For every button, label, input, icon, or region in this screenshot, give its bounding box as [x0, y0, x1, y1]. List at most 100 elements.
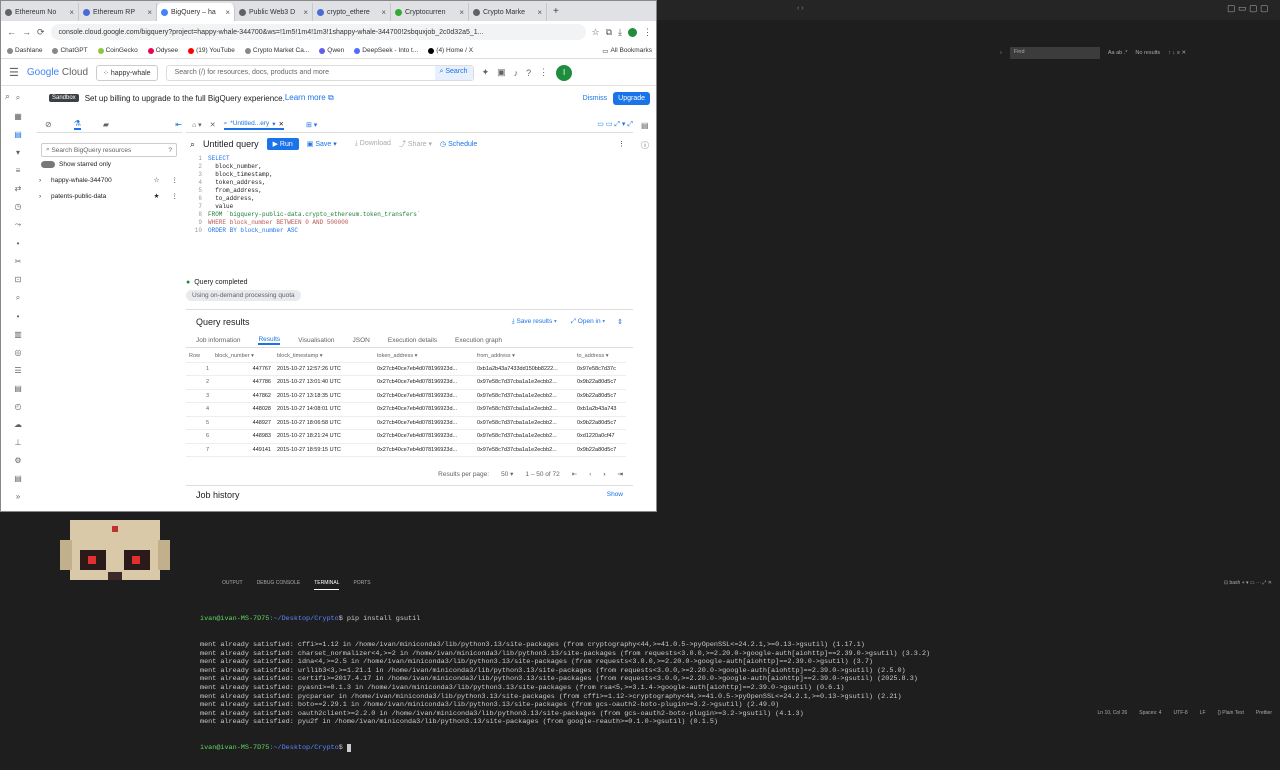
- chevron-right-icon[interactable]: ›: [1000, 50, 1002, 56]
- close-icon[interactable]: ×: [147, 8, 152, 17]
- query-title[interactable]: Untitled query: [203, 139, 259, 149]
- bookmark-item[interactable]: Odysee: [147, 47, 178, 54]
- tab-untitled-query[interactable]: ⌕ *Untitled...ery ▾ ✕: [223, 120, 284, 130]
- extensions-icon[interactable]: ⧉: [606, 27, 612, 38]
- show-button[interactable]: Show: [607, 491, 623, 498]
- dismiss-button[interactable]: Dismiss: [583, 95, 608, 102]
- show-starred-toggle[interactable]: Show starred only: [41, 161, 182, 168]
- column-header[interactable]: block_timestamp ▾: [274, 350, 374, 363]
- hamburger-icon[interactable]: ☰: [9, 66, 19, 79]
- bigquery-icon[interactable]: ⌕: [16, 93, 20, 103]
- explorer-tab-icon[interactable]: ⊘: [45, 120, 52, 129]
- layers-icon[interactable]: ▤: [14, 384, 22, 393]
- more-icon[interactable]: ⋮: [618, 140, 625, 148]
- next-page-icon[interactable]: ›: [603, 471, 605, 478]
- share-button[interactable]: ⤴ Share ▾: [399, 139, 432, 149]
- tree-item[interactable]: › patents-public-data ★ ⋮: [39, 192, 182, 201]
- tree-item[interactable]: › happy-whale-344700 ☆ ⋮: [39, 176, 182, 185]
- find-input[interactable]: Find: [1009, 47, 1100, 59]
- browser-tab[interactable]: Cryptocurren ×: [391, 3, 469, 21]
- browser-tab-active[interactable]: BigQuery – ha ×: [157, 3, 235, 21]
- tab-terminal[interactable]: TERMINAL: [314, 580, 340, 590]
- status-language[interactable]: {} Plain Text: [1218, 710, 1244, 720]
- expand-icon[interactable]: ⇕: [617, 318, 623, 326]
- transfer-icon[interactable]: ⇄: [15, 184, 22, 193]
- google-cloud-logo[interactable]: Google Cloud: [27, 67, 88, 78]
- scissors-icon[interactable]: ✂: [15, 257, 22, 266]
- last-page-icon[interactable]: ⇥: [618, 470, 623, 478]
- more-icon[interactable]: ⋮: [539, 67, 548, 78]
- more-icon[interactable]: ⋮: [172, 192, 179, 200]
- close-icon[interactable]: ×: [69, 8, 74, 17]
- info-icon[interactable]: ⓘ: [641, 140, 649, 151]
- save-button[interactable]: ▣ Save ▾: [307, 140, 337, 148]
- table-icon[interactable]: ☰: [14, 366, 21, 375]
- prev-page-icon[interactable]: ‹: [589, 471, 591, 478]
- new-tab-button[interactable]: +: [547, 3, 565, 21]
- terminal-actions[interactable]: ⊡ bash + ▾ ▭ ⋯ ⤢ ✕: [1224, 580, 1272, 590]
- close-icon[interactable]: ×: [225, 8, 230, 17]
- home-icon[interactable]: ⌂ ▾: [192, 121, 202, 129]
- terminal-output[interactable]: ivan@ivan-MS-7D75:~/Desktop/Crypto$ pip …: [200, 598, 1280, 770]
- browser-tab[interactable]: crypto_ethere ×: [313, 3, 391, 21]
- status-eol[interactable]: LF: [1200, 710, 1206, 720]
- status-prettier[interactable]: Prettier: [1256, 710, 1272, 720]
- first-page-icon[interactable]: ⇤: [572, 470, 577, 478]
- bookmark-item[interactable]: (19) YouTube: [188, 47, 235, 54]
- open-in-button[interactable]: ⤢ Open in ▾: [571, 318, 605, 326]
- close-icon[interactable]: ×: [537, 8, 542, 17]
- bookmark-item[interactable]: Dashlane: [7, 47, 42, 54]
- project-selector[interactable]: ⁘ happy-whale: [96, 64, 158, 81]
- close-icon[interactable]: ×: [381, 8, 386, 17]
- doc-icon[interactable]: ▤: [14, 474, 22, 483]
- star-icon[interactable]: ☆: [592, 27, 600, 38]
- collapse-icon[interactable]: ⇤: [175, 120, 182, 129]
- star-outline-icon[interactable]: ☆: [154, 176, 160, 184]
- column-header[interactable]: token_address ▾: [374, 350, 474, 363]
- tab-json[interactable]: JSON: [353, 337, 370, 344]
- compass-icon[interactable]: ◎: [15, 348, 22, 357]
- grid-icon[interactable]: ▦: [14, 112, 22, 121]
- lock-icon[interactable]: ⊡: [15, 275, 22, 284]
- back-icon[interactable]: ←: [7, 27, 16, 37]
- schedule-icon[interactable]: ◷: [15, 202, 22, 211]
- profile-icon[interactable]: [628, 27, 637, 37]
- bookmark-item[interactable]: CoinGecko: [97, 47, 138, 54]
- table-row[interactable]: 7 449141 2015-10-27 18:59:15 UTC 0x27cb40ce…: [186, 443, 626, 457]
- close-icon[interactable]: ✕: [279, 120, 284, 128]
- search-button[interactable]: ⌕ Search: [434, 65, 473, 80]
- help-icon[interactable]: ?: [168, 147, 172, 154]
- notifications-icon[interactable]: ♪: [514, 68, 519, 78]
- reload-icon[interactable]: ⟳: [37, 27, 45, 38]
- cloud-icon[interactable]: ☁: [14, 420, 22, 429]
- learn-more-link[interactable]: Learn more ⧉: [285, 93, 334, 103]
- table-row[interactable]: 1 447767 2015-10-27 12:57:26 UTC 0x27cb40ce…: [186, 362, 626, 376]
- browser-tab[interactable]: Crypto Marke ×: [469, 3, 547, 21]
- download-button[interactable]: ⤓ Download: [355, 140, 391, 148]
- window-controls[interactable]: ▢ ▭ ▢ ▢: [1227, 3, 1269, 14]
- url-field[interactable]: console.cloud.google.com/bigquery?projec…: [50, 24, 586, 40]
- filter-icon[interactable]: ≡: [16, 166, 21, 175]
- history-icon[interactable]: ◴: [15, 402, 22, 411]
- search-input[interactable]: Search (/) for resources, docs, products…: [165, 64, 474, 81]
- find-options[interactable]: Aa ab .*: [1108, 50, 1128, 56]
- tab-job-information[interactable]: Job information: [196, 337, 240, 344]
- avatar[interactable]: I: [556, 64, 573, 81]
- menu-icon[interactable]: ⋮: [643, 27, 652, 38]
- tab-debug-console[interactable]: DEBUG CONSOLE: [257, 580, 301, 590]
- column-header[interactable]: Row: [186, 350, 212, 363]
- run-button[interactable]: ▶ Run: [266, 138, 299, 150]
- tab-visualisation[interactable]: Visualisation: [298, 337, 334, 344]
- tab-output[interactable]: OUTPUT: [222, 580, 243, 590]
- table-row[interactable]: 5 448927 2015-10-27 18:06:58 UTC 0x27cb40ce…: [186, 416, 626, 430]
- list-icon[interactable]: ▾: [16, 148, 20, 157]
- bookmark-item[interactable]: Qwen: [319, 47, 344, 54]
- close-icon[interactable]: ×: [303, 8, 308, 17]
- status-position[interactable]: Ln 10, Col 26: [1098, 710, 1128, 720]
- tab-ports[interactable]: PORTS: [353, 580, 370, 590]
- search-icon[interactable]: ⌕: [5, 91, 10, 102]
- tab-results[interactable]: Results: [258, 336, 281, 345]
- browser-tab[interactable]: Ethereum RP ×: [79, 3, 157, 21]
- column-header[interactable]: from_address ▾: [474, 350, 574, 363]
- per-page-select[interactable]: 50 ▾: [501, 470, 513, 478]
